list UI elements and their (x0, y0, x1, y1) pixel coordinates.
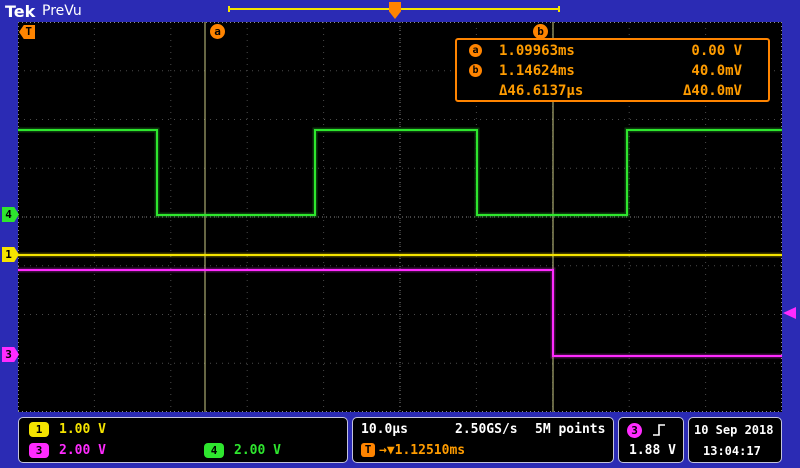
cursor-a-row: a 1.09963ms 0.00 V (457, 41, 768, 61)
cursor-a-label: a (210, 24, 225, 39)
trigger-panel: 3 1.88 V (618, 417, 684, 463)
horizontal-panel: 10.0µs 2.50GS/s 5M points T →▼1.12510ms (352, 417, 614, 463)
channel-marker-1: 1 (2, 247, 19, 262)
cursor-a-badge: a (469, 44, 482, 57)
trigger-level-marker (783, 307, 796, 319)
cursor-b-label: b (533, 24, 548, 39)
cursor-delta-value: Δ40.0mV (682, 83, 742, 99)
channel-4-scale: 2.00 V (234, 443, 281, 458)
channel-marker-3: 3 (2, 347, 19, 362)
channel-marker-4: 4 (2, 207, 19, 222)
trigger-source-badge: 3 (627, 423, 642, 438)
cursor-delta-row: Δ46.6137µs Δ40.0mV (457, 81, 768, 101)
cursor-b-row: b 1.14624ms 40.0mV (457, 61, 768, 81)
acquisition-status: PreVu (42, 3, 82, 19)
trigger-slope-icon (653, 424, 665, 436)
cursor-b-badge: b (469, 64, 482, 77)
record-trigger-position-icon (389, 2, 401, 19)
cursor-b-time: 1.14624ms (499, 63, 575, 79)
channel-1-badge: 1 (29, 422, 49, 437)
timebase-value: 10.0µs (361, 422, 408, 437)
top-bar: Tek PreVu (0, 0, 800, 22)
record-length-value: 5M points (535, 422, 606, 437)
channel-4-badge: 4 (204, 443, 224, 458)
trigger-position-badge: T (361, 443, 375, 457)
channel-scales-panel: 1 1.00 V 3 2.00 V 4 2.00 V (18, 417, 348, 463)
scope-screen: Tek PreVu T a b 4 1 3 a 1.09963ms 0.00 V… (0, 0, 800, 468)
trigger-position-readout: →▼1.12510ms (379, 443, 466, 458)
cursor-b-value: 40.0mV (691, 63, 742, 79)
channel-1-scale: 1.00 V (59, 422, 106, 437)
datetime-panel: 10 Sep 2018 13:04:17 (688, 417, 782, 463)
cursor-a-value: 0.00 V (691, 43, 742, 59)
cursor-a-time: 1.09963ms (499, 43, 575, 59)
channel-3-scale: 2.00 V (59, 443, 106, 458)
time-text: 13:04:17 (703, 444, 761, 458)
brand-logo: Tek (5, 2, 36, 21)
sample-rate-value: 2.50GS/s (455, 422, 518, 437)
cursor-delta-time: Δ46.6137µs (499, 83, 584, 99)
channel-3-badge: 3 (29, 443, 49, 458)
cursor-readout-panel: a 1.09963ms 0.00 V b 1.14624ms 40.0mV Δ4… (455, 38, 770, 102)
trigger-level-value: 1.88 V (629, 443, 676, 458)
date-text: 10 Sep 2018 (694, 423, 774, 437)
